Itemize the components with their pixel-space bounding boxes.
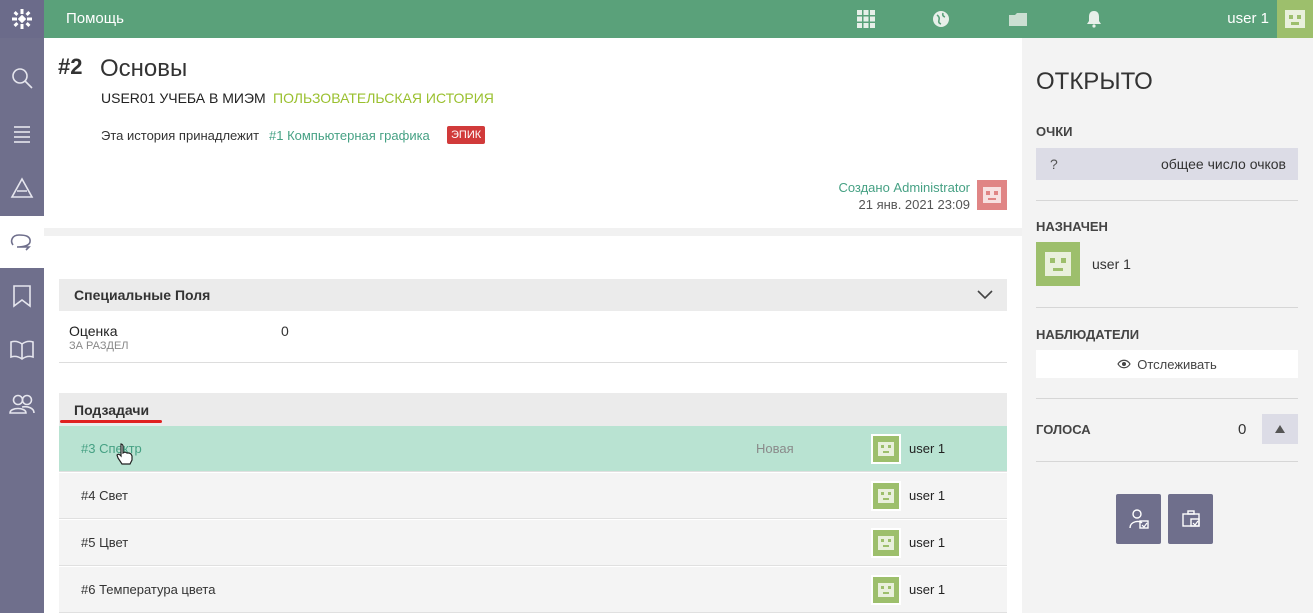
sidebar-divider <box>1036 200 1298 201</box>
subtask-row[interactable]: #3 Спектр Новая user 1 <box>59 426 1007 472</box>
right-sidebar: ОТКРЫТО ОЧКИ ? общее число очков НАЗНАЧЕ… <box>1022 38 1313 613</box>
avatar[interactable] <box>1036 242 1080 286</box>
subtask-status[interactable]: Новая <box>756 441 794 456</box>
avatar <box>871 575 901 605</box>
assigned-user[interactable]: user 1 <box>1092 256 1131 272</box>
team-icon[interactable] <box>0 378 44 430</box>
custom-fields-title: Специальные Поля <box>74 287 211 303</box>
story-subject[interactable]: Основы <box>100 55 187 83</box>
field-divider <box>59 362 1007 363</box>
folder-icon[interactable] <box>1008 9 1028 29</box>
assign-to-me-button[interactable] <box>1116 494 1161 544</box>
subtask-link[interactable]: #4 Свет <box>81 488 128 503</box>
bell-icon[interactable] <box>1084 9 1104 29</box>
red-underline-annotation <box>60 420 162 423</box>
points-selector[interactable]: ? общее число очков <box>1036 148 1298 180</box>
project-title[interactable]: Помощь <box>66 10 124 27</box>
backlog-icon[interactable] <box>0 108 44 160</box>
issues-icon[interactable] <box>0 270 44 322</box>
story-detail-main: #2 Основы USER01 УЧЕБА В МИЭМ ПОЛЬЗОВАТЕ… <box>44 38 1022 613</box>
timeline-icon[interactable] <box>0 216 44 268</box>
subtask-assignee[interactable]: user 1 <box>909 535 945 550</box>
subtask-row[interactable]: #6 Температура цвета user 1 <box>59 567 1007 613</box>
watchers-title: НАБЛЮДАТЕЛИ <box>1036 327 1140 342</box>
current-user-name[interactable]: user 1 <box>1227 10 1269 27</box>
custom-field-description: ЗА РАЗДЕЛ <box>69 340 129 352</box>
votes-title: ГОЛОСА <box>1036 422 1091 437</box>
subtask-link[interactable]: #6 Температура цвета <box>81 582 215 597</box>
epic-link[interactable]: #1 Компьютерная графика <box>269 128 430 143</box>
sidebar-divider <box>1036 461 1298 462</box>
assigned-title: НАЗНАЧЕН <box>1036 219 1108 234</box>
story-ref: #2 <box>58 54 83 79</box>
watch-button[interactable]: Отслеживать <box>1036 350 1298 378</box>
section-divider <box>44 228 1022 236</box>
custom-fields-header[interactable]: Специальные Поля <box>59 279 1007 311</box>
points-label: общее число очков <box>1160 156 1286 172</box>
story-type-label: ПОЛЬЗОВАТЕЛЬСКАЯ ИСТОРИЯ <box>273 90 494 106</box>
points-value[interactable]: ? <box>1050 156 1058 172</box>
block-story-button[interactable] <box>1168 494 1213 544</box>
chevron-down-icon[interactable] <box>977 287 993 305</box>
subtask-assignee[interactable]: user 1 <box>909 582 945 597</box>
subtasks-header: Подзадачи <box>59 393 1007 426</box>
sidebar-divider <box>1036 307 1298 308</box>
subtask-link[interactable]: #5 Цвет <box>81 535 128 550</box>
custom-field-name: Оценка <box>69 323 118 339</box>
belongs-to-text: Эта история принадлежит <box>101 128 260 143</box>
globe-icon[interactable] <box>931 9 951 29</box>
points-title: ОЧКИ <box>1036 124 1073 139</box>
sidebar-divider <box>1036 398 1298 399</box>
epic-badge: ЭПИК <box>447 126 486 144</box>
created-by[interactable]: Создано Administrator <box>838 180 970 195</box>
left-sidebar <box>0 38 44 613</box>
search-icon[interactable] <box>0 52 44 104</box>
wiki-icon[interactable] <box>0 324 44 376</box>
avatar <box>871 434 901 464</box>
taiga-logo-icon[interactable] <box>0 0 44 38</box>
created-date: 21 янв. 2021 23:09 <box>858 197 970 212</box>
subtasks-title: Подзадачи <box>74 402 150 418</box>
subtask-assignee[interactable]: user 1 <box>909 441 945 456</box>
avatar <box>871 481 901 511</box>
eye-icon <box>1117 357 1131 372</box>
kanban-icon[interactable] <box>0 162 44 214</box>
project-name[interactable]: USER01 УЧЕБА В МИЭМ <box>101 90 266 106</box>
upvote-button[interactable] <box>1262 414 1298 444</box>
user-avatar[interactable] <box>1277 0 1313 38</box>
votes-count: 0 <box>1238 421 1247 438</box>
apps-grid-icon[interactable] <box>856 9 876 29</box>
subtask-assignee[interactable]: user 1 <box>909 488 945 503</box>
avatar <box>871 528 901 558</box>
subtask-row[interactable]: #5 Цвет user 1 <box>59 520 1007 566</box>
top-bar: Помощь user 1 <box>0 0 1313 38</box>
story-status[interactable]: ОТКРЫТО <box>1036 68 1153 96</box>
watch-label: Отслеживать <box>1137 356 1217 372</box>
creator-avatar[interactable] <box>977 180 1007 210</box>
custom-field-value[interactable]: 0 <box>281 323 289 339</box>
hand-cursor-icon <box>116 443 134 470</box>
subtask-row[interactable]: #4 Свет user 1 <box>59 473 1007 519</box>
